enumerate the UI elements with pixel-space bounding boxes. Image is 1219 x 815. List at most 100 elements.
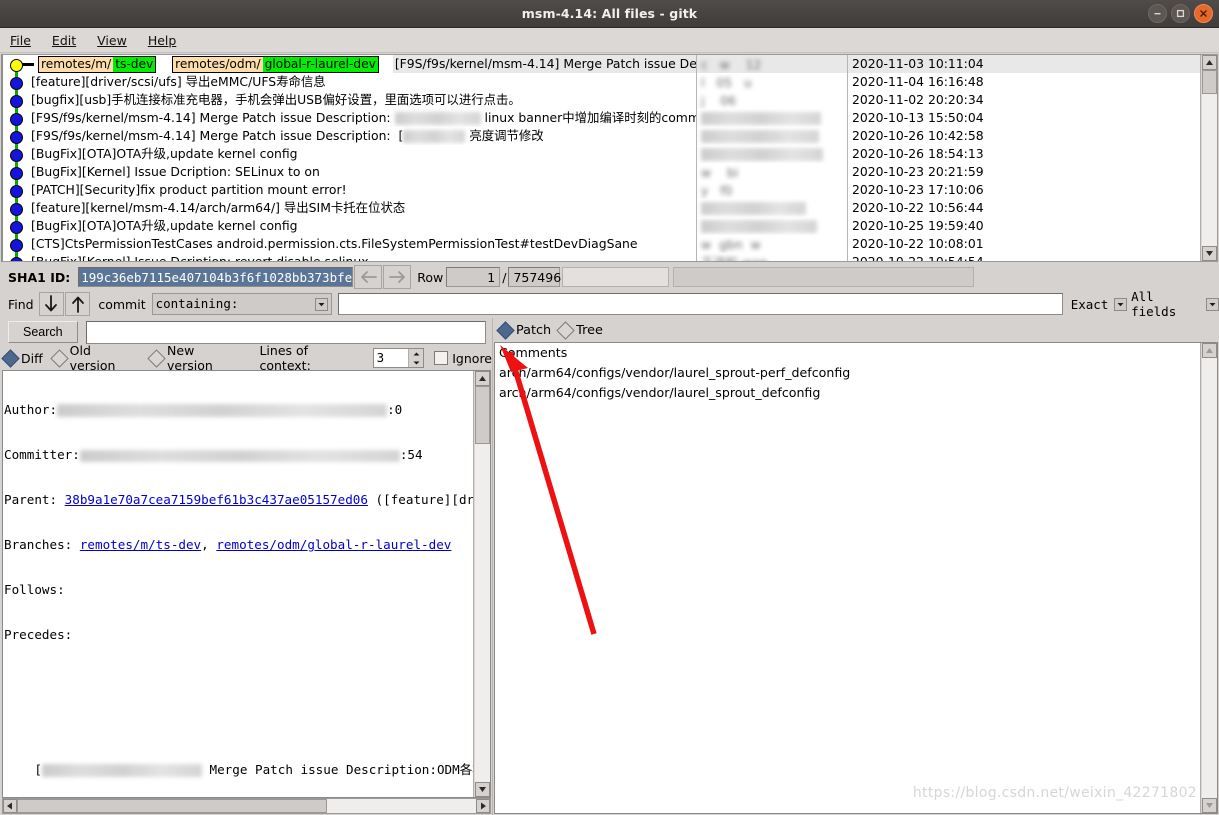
date-cell: 2020-10-13 15:50:04 [852, 110, 984, 125]
date-cell: 2020-10-25 19:59:40 [852, 218, 984, 233]
row-current-input[interactable]: 1 [446, 267, 501, 287]
diff-text[interactable]: Author::0 Committer::54 Parent: 38b9a1e7… [3, 371, 473, 797]
list-item[interactable]: arch/arm64/configs/vendor/laurel_sprout_… [499, 383, 1200, 403]
author-cell: l 05 u [701, 74, 752, 90]
commit-node [10, 149, 23, 162]
table-row[interactable]: [BugFix][Kernel] Issue Dcription: SELinu… [3, 163, 696, 181]
diff-scrollbar[interactable] [473, 371, 490, 797]
table-row[interactable]: [bugfix][usb]手机连接标准充电器，手机会弹出USB偏好设置，里面选项… [3, 91, 696, 109]
commit-node [10, 77, 23, 90]
maximize-icon[interactable] [1171, 4, 1190, 23]
tab-patch[interactable]: Patch [496, 320, 551, 340]
list-item[interactable]: Comments [499, 343, 1200, 363]
table-row[interactable]: [CTS]CtsPermissionTestCases android.perm… [3, 235, 696, 253]
hscroll-right-icon[interactable] [476, 799, 490, 813]
ignore-space-checkbox[interactable]: Ignore [434, 351, 492, 366]
commit-node [10, 221, 23, 234]
hscrollbar-thumb[interactable] [17, 799, 327, 813]
forward-button[interactable] [383, 265, 412, 289]
ref-label[interactable]: remotes/odm/global-r-laurel-dev [172, 56, 379, 73]
find-mode-select[interactable]: containing: [151, 293, 332, 315]
menu-edit[interactable]: Edit [50, 31, 78, 50]
commit-graph-column[interactable]: remotes/m/ts-dev remotes/odm/global-r-la… [3, 55, 697, 261]
stepper-down-icon[interactable] [409, 358, 424, 367]
tab-tree[interactable]: Tree [556, 320, 603, 340]
diff-line-committer: Committer::54 [4, 447, 423, 462]
stepper-up-icon[interactable] [409, 349, 424, 358]
table-row[interactable]: [BugFix][OTA]OTA升级,update kernel config [3, 145, 696, 163]
file-list-scrollbar[interactable] [1200, 343, 1217, 813]
find-prev-button[interactable] [64, 292, 91, 316]
back-button[interactable] [354, 265, 383, 289]
radio-new-version[interactable]: New version [147, 343, 243, 373]
file-scrollbar-track[interactable] [1201, 358, 1217, 798]
diff-scroll-up-icon[interactable] [474, 371, 490, 386]
scrollbar-track[interactable] [1201, 94, 1217, 246]
diff-hscrollbar[interactable] [2, 798, 491, 814]
file-scroll-up-icon[interactable] [1201, 343, 1217, 358]
field-scope-label: All fields [1131, 289, 1177, 319]
diff-scrollbar-thumb[interactable] [474, 386, 490, 444]
hscrollbar-track[interactable] [17, 799, 476, 813]
close-icon[interactable] [1194, 4, 1213, 23]
find-next-button[interactable] [38, 292, 64, 316]
scroll-up-icon[interactable] [1201, 55, 1217, 70]
parent-sha-link[interactable]: 38b9a1e70a7cea7159bef61b3c437ae05157ed06 [65, 492, 368, 507]
tab-patch-indicator [496, 320, 515, 340]
radio-diff[interactable]: Diff [1, 348, 43, 368]
commit-summary: [BugFix][OTA]OTA升级,update kernel config [31, 146, 298, 161]
scrollbar-thumb[interactable] [1201, 70, 1217, 94]
table-row[interactable]: [feature][driver/scsi/ufs] 导出eMMC/UFS寿命信… [3, 73, 696, 91]
menu-file[interactable]: File [8, 31, 33, 50]
search-button[interactable]: Search [8, 321, 78, 343]
table-row[interactable]: [BugFix][Kernel] Issue Dcription: revert… [3, 253, 696, 261]
field-scope-chevron-down-icon[interactable] [1206, 297, 1219, 311]
commit-list-scrollbar[interactable] [1200, 55, 1217, 261]
sha1-input[interactable]: 199c36eb7115e407104b3f6f1028bb373bfe7ffa [78, 267, 354, 287]
menu-help[interactable]: Help [146, 31, 179, 50]
ignore-space-label: Ignore [452, 350, 492, 366]
table-row[interactable]: [F9S/f9s/kernel/msm-4.14] Merge Patch is… [3, 109, 696, 127]
file-list-box[interactable]: Comments arch/arm64/configs/vendor/laure… [494, 342, 1218, 814]
file-scroll-down-icon[interactable] [1201, 798, 1217, 813]
table-row[interactable]: [feature][kernel/msm-4.14/arch/arm64/] 导… [3, 199, 696, 217]
context-lines-value[interactable]: 3 [374, 349, 409, 367]
date-column[interactable]: 2020-11-03 10:11:04 2020-11-04 16:16:48 … [848, 55, 1200, 261]
diff-textbox[interactable]: Author::0 Committer::54 Parent: 38b9a1e7… [2, 370, 491, 798]
hscroll-left-icon[interactable] [3, 799, 17, 813]
branch-link[interactable]: remotes/odm/global-r-laurel-dev [216, 537, 451, 552]
commit-node [10, 95, 23, 108]
date-cell: 2020-11-04 16:16:48 [852, 74, 984, 89]
menu-view[interactable]: View [95, 31, 129, 50]
author-cell: 王洪松 wan [697, 253, 847, 262]
row-total: 757496 [508, 267, 561, 287]
chevron-down-icon[interactable] [314, 297, 328, 311]
redacted-text [394, 112, 481, 125]
list-item[interactable]: arch/arm64/configs/vendor/laurel_sprout-… [499, 363, 1200, 383]
table-row[interactable]: [PATCH][Security]fix product partition m… [3, 181, 696, 199]
table-row[interactable]: [BugFix][OTA]OTA升级,update kernel config [3, 217, 696, 235]
diff-scrollbar-track[interactable] [474, 444, 490, 782]
radio-old-version[interactable]: Old version [50, 343, 140, 373]
context-lines-stepper[interactable]: 3 [372, 348, 425, 368]
table-row[interactable]: [F9S/f9s/kernel/msm-4.14] Merge Patch is… [3, 127, 696, 145]
scroll-down-icon[interactable] [1201, 246, 1217, 261]
context-lines-label: Lines of context: [259, 343, 311, 373]
diff-search-input[interactable] [85, 320, 486, 344]
commit-summary: [F9S/f9s/kernel/msm-4.14] Merge Patch is… [31, 128, 391, 143]
branch-link[interactable]: remotes/m/ts-dev [80, 537, 201, 552]
match-mode-chevron-down-icon[interactable] [1114, 297, 1128, 311]
minimize-icon[interactable] [1148, 4, 1167, 23]
find-input[interactable] [337, 293, 1063, 315]
diff-scroll-down-icon[interactable] [474, 782, 490, 797]
author-column[interactable]: c w 12 l 05 u j 06 w bi y f0 w gbn w 王洪松… [697, 55, 848, 261]
ref-label[interactable]: remotes/m/ts-dev [37, 56, 157, 73]
file-list[interactable]: Comments arch/arm64/configs/vendor/laure… [495, 343, 1200, 813]
match-mode-label: Exact [1070, 296, 1109, 312]
stepper-arrows[interactable] [408, 349, 424, 367]
author-cell: y f0 [701, 182, 733, 198]
sha1-label: SHA1 ID: [8, 269, 71, 285]
file-comments[interactable]: Comments [499, 345, 567, 360]
table-row[interactable]: remotes/m/ts-dev remotes/odm/global-r-la… [3, 55, 696, 73]
file-list-panel: Patch Tree Comments arch/arm64/configs/v… [492, 318, 1219, 815]
